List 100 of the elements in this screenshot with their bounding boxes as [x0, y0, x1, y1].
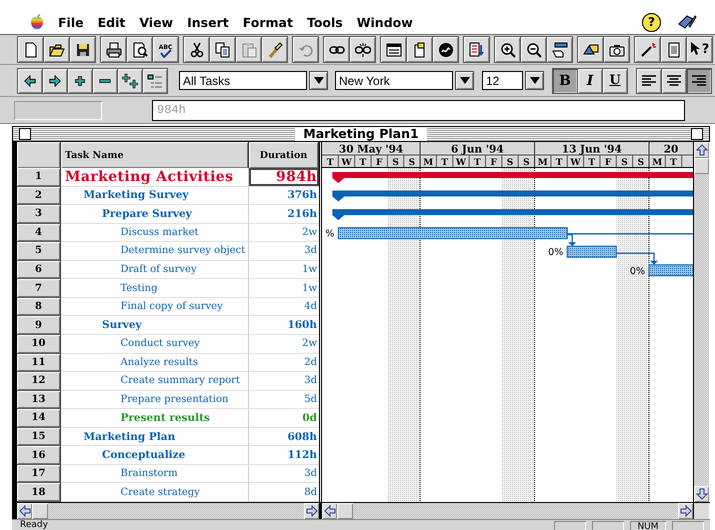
toolbar-button[interactable]	[381, 37, 406, 62]
row-header[interactable]: 7	[17, 279, 61, 298]
task-name-cell: Prepare Survey	[61, 205, 249, 224]
status-indicator: NUM	[630, 521, 666, 530]
toolbar-button[interactable]	[521, 37, 546, 62]
open-folder-icon	[48, 42, 64, 58]
toolbar-button[interactable]	[262, 37, 287, 62]
day-label: S	[408, 158, 416, 168]
toolbar-button[interactable]	[127, 37, 152, 62]
row-header[interactable]: 12	[17, 372, 61, 391]
close-box[interactable]	[19, 128, 31, 140]
task-name-cell: Present results	[61, 409, 249, 428]
menu-item[interactable]: Insert	[187, 14, 229, 30]
note-page-icon	[412, 42, 428, 58]
filter-field[interactable]: All Tasks	[179, 71, 307, 90]
bold-button[interactable]: B	[553, 68, 577, 92]
scroll-right-button[interactable]	[678, 503, 693, 519]
menu-item[interactable]: Format	[242, 14, 293, 30]
dropdown-button[interactable]	[455, 71, 474, 90]
toolbar-button[interactable]	[350, 37, 375, 62]
scroll-left-button[interactable]	[17, 503, 32, 519]
toolbar-button[interactable]	[324, 37, 349, 62]
row-header[interactable]: 16	[17, 446, 61, 465]
row-header[interactable]: 14	[17, 409, 61, 428]
toolbar-button[interactable]	[578, 37, 603, 62]
toolbar-button[interactable]	[661, 37, 686, 62]
column-header[interactable]: Duration	[249, 142, 319, 168]
font-field[interactable]: New York	[335, 71, 453, 90]
task-bar[interactable]	[338, 227, 568, 240]
row-header[interactable]: 9	[17, 316, 61, 335]
scroll-thumb[interactable]	[32, 503, 48, 519]
menu-item[interactable]: View	[139, 14, 174, 30]
summary-bar[interactable]	[332, 172, 693, 183]
document-arrow-icon	[468, 42, 484, 58]
size-box[interactable]	[693, 503, 709, 519]
row-header[interactable]: 17	[17, 464, 61, 484]
toolbar-button[interactable]	[635, 37, 660, 62]
toolbar-button[interactable]	[407, 37, 432, 62]
zoom-box[interactable]	[691, 128, 703, 140]
summary-bar[interactable]	[332, 190, 693, 202]
toolbar-button[interactable]	[143, 68, 167, 92]
toolbar-button[interactable]	[101, 37, 126, 62]
help-button[interactable]: ?	[642, 12, 661, 32]
toolbar-button[interactable]	[604, 37, 629, 62]
align-button[interactable]	[662, 68, 686, 92]
toolbar-button[interactable]	[547, 37, 572, 62]
align-button[interactable]	[637, 68, 661, 92]
toolbar-button[interactable]	[433, 37, 458, 62]
toolbar-button[interactable]	[118, 68, 142, 92]
row-header[interactable]: 8	[17, 298, 61, 316]
apple-logo-icon[interactable]	[30, 14, 44, 30]
scroll-left-button[interactable]	[322, 503, 337, 519]
task-name-cell: Discuss market	[61, 224, 249, 242]
toolbar-button[interactable]	[43, 68, 67, 92]
toolbar-button[interactable]	[68, 68, 92, 92]
toolbar-button[interactable]: ?	[687, 37, 712, 62]
font-size-field[interactable]: 12	[482, 71, 523, 90]
menu-item[interactable]: Tools	[306, 14, 343, 30]
toolbar-button[interactable]	[210, 37, 235, 62]
scroll-thumb[interactable]	[694, 158, 709, 174]
toolbar-button[interactable]	[18, 37, 43, 62]
task-bar[interactable]	[648, 264, 693, 276]
scroll-down-button[interactable]	[694, 486, 709, 502]
row-header[interactable]: 5	[17, 242, 61, 261]
column-header[interactable]: Task Name	[61, 142, 249, 168]
row-header[interactable]: 10	[17, 334, 61, 354]
align-button[interactable]	[687, 68, 711, 92]
scroll-thumb[interactable]	[337, 503, 353, 519]
toolbar-button[interactable]	[495, 37, 520, 62]
underline-button[interactable]: U	[603, 68, 627, 92]
summary-bar[interactable]	[332, 209, 693, 220]
week-label: 20	[664, 144, 678, 156]
toolbar-button[interactable]	[93, 68, 117, 92]
row-header[interactable]: 15	[17, 428, 61, 446]
row-header[interactable]: 2	[17, 186, 61, 206]
menu-item[interactable]: Edit	[98, 14, 126, 30]
dropdown-button[interactable]	[309, 71, 328, 90]
zoom-in-icon	[500, 42, 516, 58]
row-header[interactable]: 4	[17, 224, 61, 242]
row-header[interactable]: 13	[17, 390, 61, 410]
scroll-up-button[interactable]	[694, 142, 709, 158]
row-header[interactable]: 11	[17, 354, 61, 372]
dropdown-button[interactable]	[525, 71, 544, 90]
row-header[interactable]: 1	[17, 168, 61, 187]
task-bar[interactable]	[566, 246, 617, 258]
select-all-cell[interactable]	[17, 142, 61, 168]
row-header[interactable]: 6	[17, 260, 61, 280]
scroll-right-button[interactable]	[304, 503, 319, 519]
row-header[interactable]: 3	[17, 205, 61, 224]
day-label: M	[423, 158, 434, 168]
toolbar-button[interactable]	[184, 37, 209, 62]
toolbar-button[interactable]	[18, 68, 42, 92]
row-header[interactable]: 18	[17, 483, 61, 502]
menu-item[interactable]: Window	[356, 14, 413, 30]
italic-button[interactable]: I	[578, 68, 602, 92]
pen-notepad-icon[interactable]	[677, 14, 697, 30]
day-label: M	[652, 158, 662, 168]
toolbar-button[interactable]	[70, 37, 95, 62]
toolbar-button[interactable]	[44, 37, 69, 62]
menu-item[interactable]: File	[58, 14, 84, 30]
